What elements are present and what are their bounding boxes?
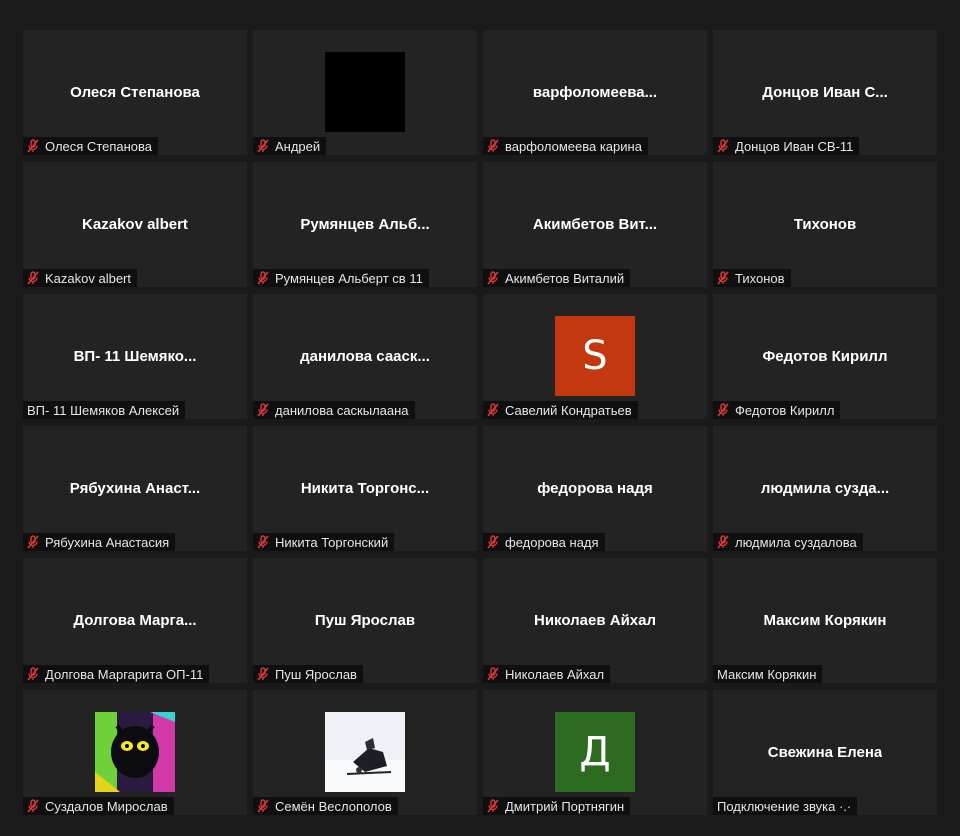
mic-muted-icon: [486, 403, 500, 417]
name-label: федорова надя: [483, 533, 605, 551]
participant-tile[interactable]: Рябухина Анаст... Рябухина Анастасия: [23, 426, 247, 551]
participant-tile[interactable]: федорова надя федорова надя: [483, 426, 707, 551]
name-label: Kazakov albert: [23, 269, 137, 287]
participant-name: Никита Торгонс...: [300, 480, 430, 497]
participant-tile[interactable]: Андрей: [253, 30, 477, 155]
participant-tile[interactable]: данилова сааск... данилова саскылаана: [253, 294, 477, 419]
participant-tile[interactable]: Николаев Айхал Николаев Айхал: [483, 558, 707, 683]
avatar: Д: [555, 712, 635, 792]
participant-name: Долгова Марга...: [73, 612, 197, 629]
name-label: Андрей: [253, 137, 327, 155]
participant-tile[interactable]: Тихонов Тихонов: [713, 162, 937, 287]
name-label: Долгова Маргарита ОП-11: [23, 665, 210, 683]
participant-name: Свежина Елена: [767, 744, 883, 761]
mic-muted-icon: [26, 799, 40, 813]
mic-muted-icon: [716, 139, 730, 153]
avatar: S: [555, 316, 635, 396]
participant-name: Олеся Степанова: [70, 84, 200, 101]
participant-tile[interactable]: Румянцев Альб... Румянцев Альберт св 11: [253, 162, 477, 287]
participant-name: Румянцев Альб...: [300, 216, 430, 233]
name-label: Донцов Иван СВ-11: [713, 137, 860, 155]
participant-name: Донцов Иван С...: [762, 84, 888, 101]
participant-name: Kazakov albert: [82, 216, 188, 233]
video-feed: [325, 712, 405, 792]
mic-muted-icon: [256, 667, 270, 681]
participant-tile[interactable]: Акимбетов Вит... Акимбетов Виталий: [483, 162, 707, 287]
participant-tile[interactable]: Долгова Марга... Долгова Маргарита ОП-11: [23, 558, 247, 683]
name-label: данилова саскылаана: [253, 401, 415, 419]
mic-muted-icon: [486, 271, 500, 285]
name-label: Тихонов: [713, 269, 791, 287]
participant-name: Федотов Кирилл: [762, 348, 888, 365]
mic-muted-icon: [256, 403, 270, 417]
participant-name: данилова сааск...: [300, 348, 430, 365]
name-label: ВП- 11 Шемяков Алексей: [23, 401, 186, 419]
participant-tile[interactable]: людмила сузда... людмила суздалова: [713, 426, 937, 551]
participant-tile[interactable]: Kazakov albert Kazakov albert: [23, 162, 247, 287]
participant-tile[interactable]: Донцов Иван С... Донцов Иван СВ-11: [713, 30, 937, 155]
participant-name: Тихонов: [793, 216, 857, 233]
participant-name: Пуш Ярослав: [314, 612, 416, 629]
participant-name: Рябухина Анаст...: [69, 480, 201, 497]
name-label: Семён Веслополов: [253, 797, 398, 815]
mic-muted-icon: [486, 799, 500, 813]
video-feed: [325, 52, 405, 132]
participant-tile[interactable]: Олеся Степанова Олеся Степанова: [23, 30, 247, 155]
participant-tile[interactable]: Свежина Елена Подключение звука ·.·: [713, 690, 937, 815]
mic-muted-icon: [26, 139, 40, 153]
name-label: Рябухина Анастасия: [23, 533, 176, 551]
participant-name: варфоломеева...: [532, 84, 658, 101]
mic-muted-icon: [26, 667, 40, 681]
mic-muted-icon: [716, 271, 730, 285]
name-label: Федотов Кирилл: [713, 401, 841, 419]
participant-name: людмила сузда...: [760, 480, 890, 497]
participant-name: ВП- 11 Шемяко...: [73, 348, 197, 365]
mic-muted-icon: [716, 403, 730, 417]
mic-muted-icon: [486, 667, 500, 681]
participant-tile[interactable]: ВП- 11 Шемяко... ВП- 11 Шемяков Алексей: [23, 294, 247, 419]
name-label: Максим Корякин: [713, 665, 823, 683]
mic-muted-icon: [26, 535, 40, 549]
name-label: Акимбетов Виталий: [483, 269, 631, 287]
participant-name: федорова надя: [537, 480, 653, 497]
mic-muted-icon: [256, 139, 270, 153]
participant-tile[interactable]: S Савелий Кондратьев: [483, 294, 707, 419]
participant-tile[interactable]: Д Дмитрий Портнягин: [483, 690, 707, 815]
mic-muted-icon: [486, 139, 500, 153]
participant-tile[interactable]: Максим Корякин Максим Корякин: [713, 558, 937, 683]
participant-name: Николаев Айхал: [533, 612, 657, 629]
participant-name: Максим Корякин: [763, 612, 887, 629]
participant-name: Акимбетов Вит...: [532, 216, 658, 233]
connecting-audio-label: Подключение звука ·.·: [713, 797, 858, 815]
name-label: Олеся Степанова: [23, 137, 159, 155]
mic-muted-icon: [256, 799, 270, 813]
name-label: Дмитрий Портнягин: [483, 797, 631, 815]
name-label: Никита Торгонский: [253, 533, 395, 551]
name-label: Савелий Кондратьев: [483, 401, 638, 419]
participant-tile[interactable]: варфоломеева... варфоломеева карина: [483, 30, 707, 155]
name-label: людмила суздалова: [713, 533, 863, 551]
participant-tile[interactable]: Суздалов Мирослав: [23, 690, 247, 815]
participants-gallery: Олеся Степанова Олеся Степанова Андрей в…: [23, 30, 937, 815]
mic-muted-icon: [716, 535, 730, 549]
mic-muted-icon: [256, 271, 270, 285]
name-label: Николаев Айхал: [483, 665, 611, 683]
mic-muted-icon: [486, 535, 500, 549]
participant-tile[interactable]: Федотов Кирилл Федотов Кирилл: [713, 294, 937, 419]
name-label: Суздалов Мирослав: [23, 797, 174, 815]
name-label: Румянцев Альберт св 11: [253, 269, 429, 287]
mic-muted-icon: [256, 535, 270, 549]
participant-tile[interactable]: Пуш Ярослав Пуш Ярослав: [253, 558, 477, 683]
participant-tile[interactable]: Семён Веслополов: [253, 690, 477, 815]
video-feed: [95, 712, 175, 792]
mic-muted-icon: [26, 271, 40, 285]
name-label: варфоломеева карина: [483, 137, 648, 155]
name-label: Пуш Ярослав: [253, 665, 363, 683]
participant-tile[interactable]: Никита Торгонс... Никита Торгонский: [253, 426, 477, 551]
